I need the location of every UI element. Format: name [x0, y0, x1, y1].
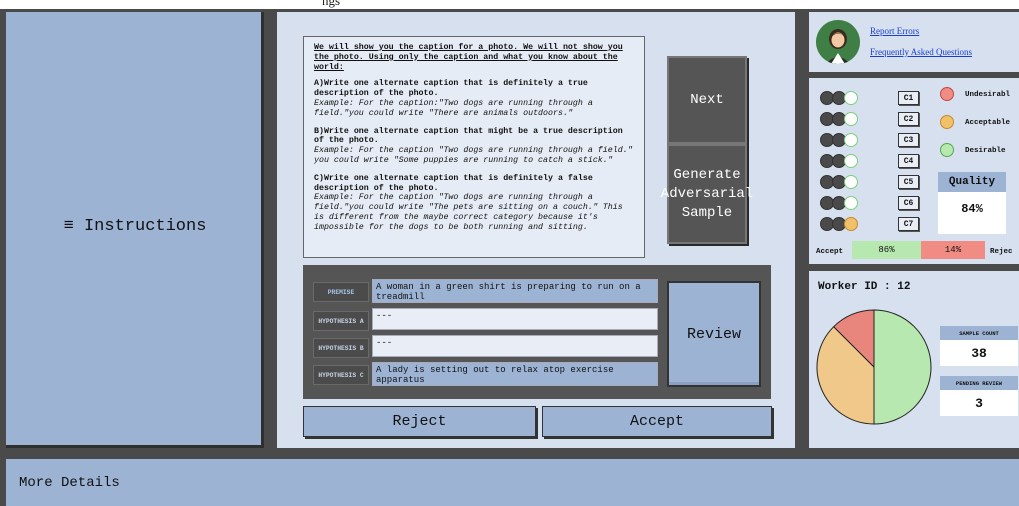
class-status-panel: Undesirabl Acceptable Desirable Quality … [809, 78, 1019, 264]
instruction-b-example: Example: For the caption "Two dogs are r… [314, 146, 633, 165]
pie-slice-desirable [873, 309, 932, 425]
help-links-panel: Report Errors Frequently Asked Questions [809, 12, 1019, 72]
class-status-icon [844, 217, 858, 231]
instructions-intro: We will show you the caption for a photo… [314, 43, 623, 72]
generate-adversarial-sample-button[interactable]: Generate Adversarial Sample [661, 144, 753, 244]
class-button-c2[interactable]: C2 [898, 112, 919, 126]
pending-review-value: 3 [975, 395, 983, 411]
quality-value: 84% [961, 202, 983, 216]
premise-field: A woman in a green shirt is preparing to… [372, 279, 658, 303]
task-panel: We will show you the caption for a photo… [277, 12, 795, 448]
acceptable-legend-label: Acceptable [965, 119, 1011, 127]
quality-title: Quality [938, 172, 1006, 192]
instructions-text-box: We will show you the caption for a photo… [303, 36, 645, 258]
class-button-c5[interactable]: C5 [898, 175, 919, 189]
hypothesis-a-input[interactable]: --- [372, 308, 658, 330]
user-avatar-icon [816, 20, 860, 64]
hypothesis-b-label: HYPOTHESIS B [313, 338, 369, 358]
report-errors-link[interactable]: Report Errors [870, 26, 919, 36]
undesirable-legend-label: Undesirabl [965, 91, 1011, 99]
avatar [816, 20, 860, 64]
class-button-c7[interactable]: C7 [898, 217, 919, 231]
more-details-toggle[interactable]: More Details [19, 475, 120, 491]
class-status-icon [844, 112, 858, 126]
worker-stats-pie [816, 309, 932, 425]
class-status-icon [844, 91, 858, 105]
class-status-icon [844, 154, 858, 168]
hypothesis-b-input[interactable]: --- [372, 335, 658, 357]
accept-rate-bar: 86% [852, 241, 921, 259]
instructions-toggle[interactable]: ≡ Instructions [6, 217, 264, 236]
pending-review-card: PENDING REVIEW 3 [940, 376, 1018, 416]
faq-link[interactable]: Frequently Asked Questions [870, 47, 972, 57]
accept-button[interactable]: Accept [542, 406, 772, 437]
worker-id: Worker ID : 12 [818, 281, 911, 293]
hamburger-icon: ≡ [63, 217, 74, 236]
instructions-panel: ≡ Instructions [6, 12, 264, 448]
class-status-icon [844, 175, 858, 189]
class-button-c1[interactable]: C1 [898, 91, 919, 105]
sample-count-label: SAMPLE COUNT [940, 326, 1018, 340]
review-button[interactable]: Review [667, 281, 761, 387]
desirable-legend-icon [940, 143, 954, 157]
desirable-legend-label: Desirable [965, 147, 1006, 155]
instruction-a-heading: A)Write one alternate caption that is de… [314, 79, 588, 99]
next-button[interactable]: Next [667, 56, 747, 144]
sample-count-card: SAMPLE COUNT 38 [940, 326, 1018, 366]
top-strip: ngs [0, 0, 1019, 9]
instruction-c-heading: C)Write one alternate caption that is de… [314, 173, 593, 193]
class-status-icon [844, 196, 858, 210]
pending-review-label: PENDING REVIEW [940, 376, 1018, 390]
hypothesis-c-input[interactable]: A lady is setting out to relax atop exer… [372, 362, 658, 386]
class-button-c6[interactable]: C6 [898, 196, 919, 210]
worker-stats-panel: Worker ID : 12 SAMPLE COUNT 38 PENDING R… [809, 271, 1019, 448]
premise-label: PREMISE [313, 282, 369, 302]
instruction-a-example: Example: For the caption:"Two dogs are r… [314, 98, 593, 118]
sample-count-value: 38 [971, 345, 987, 361]
instruction-b-heading: B)Write one alternate caption that might… [314, 126, 623, 146]
hypothesis-a-label: HYPOTHESIS A [313, 311, 369, 331]
accept-rate-label: Accept [816, 248, 844, 256]
reject-rate-bar: 14% [921, 241, 985, 259]
class-status-icon [844, 133, 858, 147]
hypothesis-c-label: HYPOTHESIS C [313, 365, 369, 385]
acceptable-legend-icon [940, 115, 954, 129]
reject-rate-label: Rejec [990, 248, 1013, 256]
more-details-bar: More Details [6, 459, 1019, 506]
undesirable-legend-icon [940, 87, 954, 101]
class-button-c4[interactable]: C4 [898, 154, 919, 168]
instructions-label: Instructions [83, 217, 207, 236]
reject-button[interactable]: Reject [303, 406, 536, 437]
instruction-c-example: Example: For the caption "Two dogs are r… [314, 193, 623, 232]
annotation-form: PREMISE A woman in a green shirt is prep… [303, 265, 771, 399]
quality-card: Quality 84% [938, 172, 1006, 234]
class-button-c3[interactable]: C3 [898, 133, 919, 147]
top-caption: ngs [322, 0, 341, 8]
